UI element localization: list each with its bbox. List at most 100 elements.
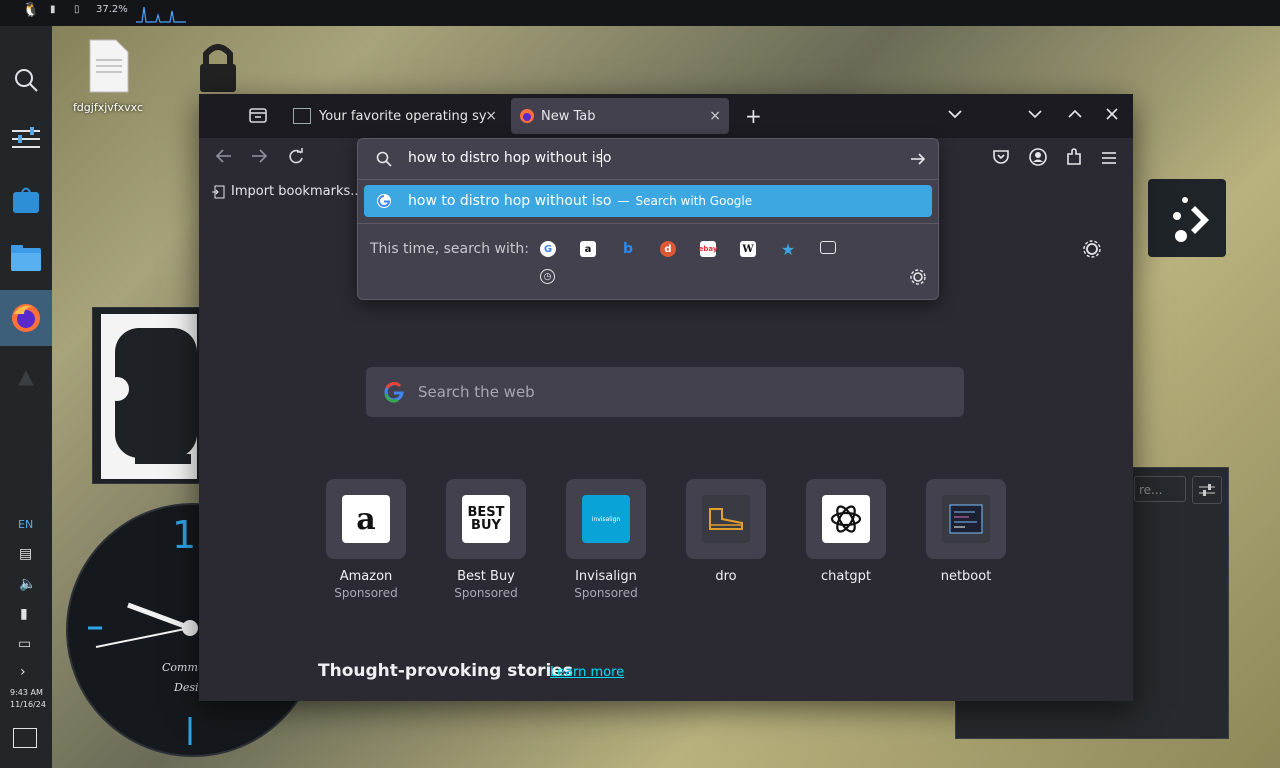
amazon-logo-icon: a	[342, 495, 390, 543]
document-icon	[89, 39, 129, 93]
close-tab-icon[interactable]: ×	[709, 108, 721, 124]
back-arrow-icon[interactable]	[215, 148, 233, 169]
battery-icon[interactable]: ▯	[74, 4, 80, 15]
battery-percent: 37.2%	[96, 4, 128, 15]
volume-icon[interactable]: 🔈	[19, 576, 36, 592]
system-tray-icon[interactable]: 🐧	[22, 2, 39, 18]
shortcut-netboot[interactable]: netboot	[926, 479, 1006, 584]
firefox-favicon-icon	[520, 109, 534, 123]
extensions-icon[interactable]	[1065, 148, 1083, 171]
desktop-file-icon[interactable]: fdgjfxjvfxvxc	[68, 38, 148, 114]
suggestion-separator: —	[617, 194, 630, 208]
new-tab-button[interactable]: +	[745, 104, 762, 128]
urlbar-divider	[358, 179, 938, 180]
shortcut-best-buy[interactable]: BEST BUY Best Buy Sponsored	[446, 479, 526, 600]
amazon-engine-icon[interactable]: a	[580, 241, 596, 257]
panel-filter-button[interactable]	[1192, 476, 1222, 504]
expand-tray-icon[interactable]: ›	[20, 664, 26, 680]
close-window-icon[interactable]	[1105, 106, 1119, 125]
stories-title: Thought-provoking stories	[318, 661, 574, 681]
urlbar-dropdown: how to distro hop without iso how to dis…	[357, 138, 939, 300]
keyboard-layout[interactable]: EN	[18, 518, 33, 531]
tab-label: New Tab	[541, 108, 596, 124]
desktop-file-label: fdgjfxjvfxvxc	[72, 101, 144, 114]
list-tabs-chevron-icon[interactable]	[947, 106, 963, 125]
tab-operating-system[interactable]: Your favorite operating sy ×	[285, 98, 505, 134]
terminal-favicon-icon	[293, 108, 311, 124]
shortcut-amazon[interactable]: a Amazon Sponsored	[326, 479, 406, 600]
tabs-icon[interactable]	[820, 241, 836, 254]
show-desktop-icon[interactable]	[13, 728, 37, 748]
search-suggestion-row[interactable]: how to distro hop without iso — Search w…	[364, 185, 932, 217]
silhouette-icon	[101, 314, 197, 479]
account-icon[interactable]	[1029, 148, 1047, 171]
go-arrow-icon[interactable]	[910, 152, 926, 166]
search-settings-gear-icon[interactable]	[910, 269, 926, 285]
profile-widget	[92, 307, 202, 484]
clock-time[interactable]: 9:43 AM	[10, 688, 43, 697]
usb-device-icon[interactable]: ▮	[20, 606, 28, 622]
invisalign-logo-icon: invisalign	[582, 495, 630, 543]
shortcut-dro[interactable]: dro	[686, 479, 766, 584]
menu-icon[interactable]	[1101, 149, 1117, 170]
shortcut-name: Amazon	[339, 569, 393, 584]
web-search-box[interactable]: Search the web	[366, 367, 964, 417]
shortcut-sponsored: Sponsored	[574, 586, 638, 600]
close-tab-icon[interactable]: ×	[485, 108, 497, 124]
shortcut-chatgpt[interactable]: chatgpt	[806, 479, 886, 584]
netboot-logo-icon	[942, 495, 990, 543]
usb-icon[interactable]: ▮	[50, 4, 56, 15]
invisalign-logo-text: invisalign	[591, 515, 621, 523]
tab-label: Your favorite operating sy	[319, 108, 487, 124]
clipboard-icon[interactable]: ▤	[19, 546, 32, 562]
reload-icon[interactable]	[287, 148, 305, 171]
shortcut-sponsored: Sponsored	[454, 586, 518, 600]
bing-engine-icon[interactable]: b	[620, 241, 636, 257]
settings-sliders-icon[interactable]	[6, 118, 46, 158]
files-icon[interactable]	[6, 238, 46, 278]
panel-search-input[interactable]: re...	[1134, 476, 1186, 502]
urlbar-input[interactable]: how to distro hop without iso	[408, 150, 611, 166]
pocket-icon[interactable]	[992, 148, 1010, 171]
personalize-gear-icon[interactable]	[1083, 240, 1101, 262]
forward-arrow-icon[interactable]	[250, 148, 268, 169]
search-icon[interactable]	[6, 60, 46, 100]
tab-new-tab[interactable]: New Tab ×	[511, 98, 729, 134]
maximize-icon[interactable]	[1067, 106, 1083, 125]
store-icon[interactable]	[6, 180, 46, 220]
urlbar-divider	[358, 223, 938, 224]
bestbuy-logo-text: BEST BUY	[467, 505, 505, 533]
import-icon	[212, 185, 225, 198]
history-clock-icon[interactable]: ◷	[540, 269, 555, 284]
app-icon-dim[interactable]: ▲	[6, 356, 46, 396]
wikipedia-engine-icon[interactable]: W	[740, 241, 756, 257]
suggestion-hint: Search with Google	[635, 194, 753, 208]
boot-logo-icon	[702, 495, 750, 543]
top-panel: 🐧 ▮ ▯ 37.2%	[0, 0, 1280, 26]
shortcut-name: dro	[715, 569, 737, 584]
google-engine-icon[interactable]: G	[540, 241, 556, 257]
chatgpt-logo-icon	[822, 495, 870, 543]
shortcut-name: Invisalign	[575, 569, 637, 584]
firefox-icon[interactable]	[0, 290, 52, 346]
import-bookmarks-button[interactable]: Import bookmarks...	[211, 184, 363, 199]
bestbuy-logo-icon: BEST BUY	[462, 495, 510, 543]
display-icon[interactable]: ▭	[18, 636, 31, 652]
bookmarks-star-icon[interactable]: ★	[780, 240, 796, 259]
floating-launcher-button[interactable]	[1148, 179, 1226, 257]
ebay-engine-icon[interactable]: ebay	[699, 241, 717, 257]
shortcut-invisalign[interactable]: invisalign Invisalign Sponsored	[566, 479, 646, 600]
clock-date[interactable]: 11/16/24	[10, 700, 46, 709]
tab-overview-button[interactable]	[249, 106, 269, 126]
shortcut-name: Best Buy	[457, 569, 515, 584]
shortcut-sponsored: Sponsored	[334, 586, 398, 600]
duckduckgo-engine-icon[interactable]: d	[660, 241, 676, 257]
learn-more-link[interactable]: Learn more	[550, 665, 624, 680]
minimize-icon[interactable]	[1027, 106, 1043, 125]
left-dock: ▲ EN ▤ 🔈 ▮ ▭ › 9:43 AM 11/16/24	[0, 26, 52, 768]
tab-bar: Your favorite operating sy × New Tab × +	[199, 94, 1133, 138]
lock-icon	[194, 40, 242, 94]
shortcut-name: netboot	[940, 569, 992, 584]
search-icon	[376, 151, 392, 167]
google-icon	[377, 194, 391, 208]
